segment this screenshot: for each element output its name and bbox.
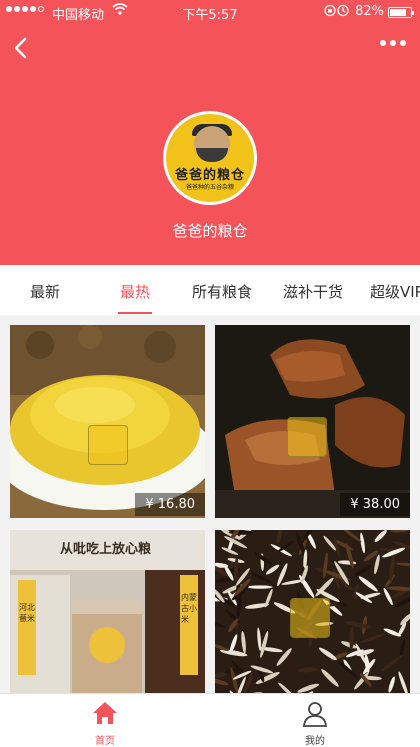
tab-all-grains[interactable]: 所有粮食 [192,281,252,302]
jar-label-left: 河北薏米 [19,603,35,623]
home-icon [93,702,117,724]
shop-logo: 爸爸的粮仓 爸爸种的五谷杂粮 [163,111,257,205]
product-grid: ¥ 16.80 ¥ 38.00 从吡吃上放心粮 河北薏米 内蒙古小米 [0,315,420,693]
tab-tonic-goods[interactable]: 滋补干货 [283,281,343,302]
product-card[interactable] [215,530,410,693]
bottom-nav: 首页 我的 [0,693,420,747]
back-button[interactable] [10,36,34,60]
status-bar: 中国移动 下午5:57 82% [0,0,420,24]
nav-profile-label: 我的 [305,736,325,747]
shop-header: 中国移动 下午5:57 82% 爸爸的粮仓 爸爸种的五谷杂粮 爸爸的粮仓 [0,0,420,265]
nav-home-label: 首页 [95,736,115,747]
product-banner-text: 从吡吃上放心粮 [60,542,152,557]
product-card[interactable]: ¥ 16.80 [10,325,205,518]
back-chevron-icon [14,37,27,59]
battery-icon [388,7,414,18]
watermark-logo [290,598,330,638]
price-tag: ¥ 16.80 [135,493,205,516]
active-tab-indicator [118,312,152,314]
jar-label-right: 内蒙古小米 [181,593,197,624]
rice-grain [247,585,273,589]
battery-percent: 82% [355,4,384,19]
product-image [10,325,205,518]
price-tag: ¥ 38.00 [340,493,410,516]
lock-rotation-icon [324,4,350,20]
tab-newest[interactable]: 最新 [30,281,60,302]
watermark-logo [88,425,128,465]
logo-subtext: 爸爸种的五谷杂粮 [185,184,234,191]
more-button[interactable] [380,40,406,46]
shop-name: 爸爸的粮仓 [172,222,248,240]
nav-profile[interactable]: 我的 [210,694,420,747]
category-tabs: 最新 最热 所有粮食 滋补干货 超级VIP [0,265,420,315]
profile-icon [303,702,327,727]
nav-home[interactable]: 首页 [0,694,210,747]
product-card[interactable]: 从吡吃上放心粮 河北薏米 内蒙古小米 [10,530,205,693]
more-dots-icon [380,40,386,46]
tab-hottest[interactable]: 最热 [120,281,150,302]
watermark-logo [287,417,327,457]
tab-super-vip[interactable]: 超级VIP [370,281,420,302]
product-card[interactable]: ¥ 38.00 [215,325,410,518]
logo-text: 爸爸的粮仓 [174,168,245,183]
